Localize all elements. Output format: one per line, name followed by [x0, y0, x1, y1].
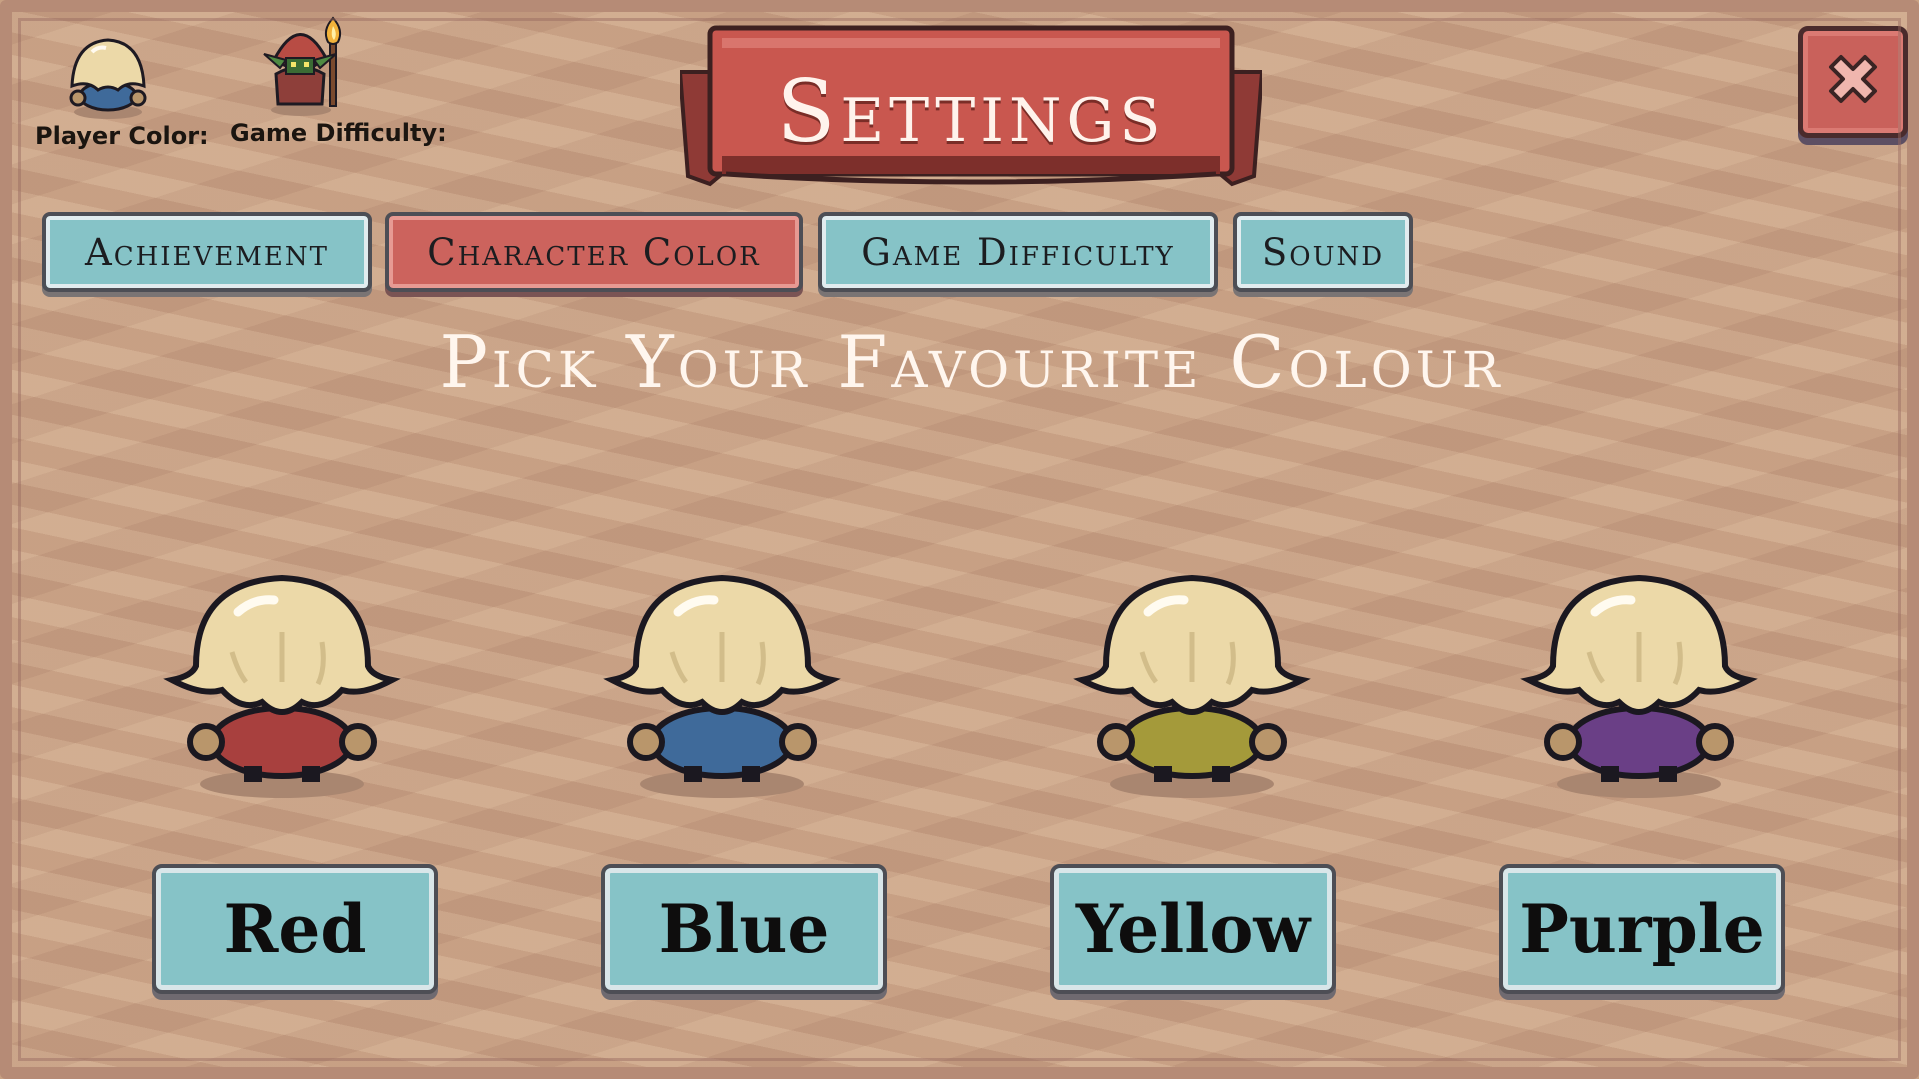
close-x-icon — [1829, 55, 1877, 103]
player-character-icon — [69, 38, 147, 119]
color-red-button[interactable]: Red — [152, 864, 438, 994]
character-blue-preview — [603, 574, 841, 798]
game-difficulty-label: Game Difficulty: — [230, 119, 447, 147]
settings-panel: Player Color: Game Difficulty: Settings … — [0, 0, 1919, 1079]
color-blue-button[interactable]: Blue — [601, 864, 887, 994]
close-button[interactable] — [1798, 26, 1908, 138]
title-banner: Settings — [680, 24, 1262, 192]
color-yellow-button[interactable]: Yellow — [1050, 864, 1336, 994]
tab-sound[interactable]: Sound — [1233, 212, 1413, 292]
character-red-preview — [163, 574, 401, 798]
color-purple-button[interactable]: Purple — [1499, 864, 1785, 994]
tab-game-difficulty[interactable]: Game Difficulty — [818, 212, 1218, 292]
page-title: Settings — [776, 62, 1166, 162]
goblin-torch-icon — [263, 16, 342, 116]
character-yellow-preview — [1073, 574, 1311, 798]
player-color-label: Player Color: — [35, 122, 209, 150]
character-purple-preview — [1520, 574, 1758, 798]
tab-achievement[interactable]: Achievement — [42, 212, 372, 292]
tab-character-color[interactable]: Character Color — [385, 212, 803, 292]
section-heading: Pick Your Favourite Colour — [439, 320, 1504, 404]
